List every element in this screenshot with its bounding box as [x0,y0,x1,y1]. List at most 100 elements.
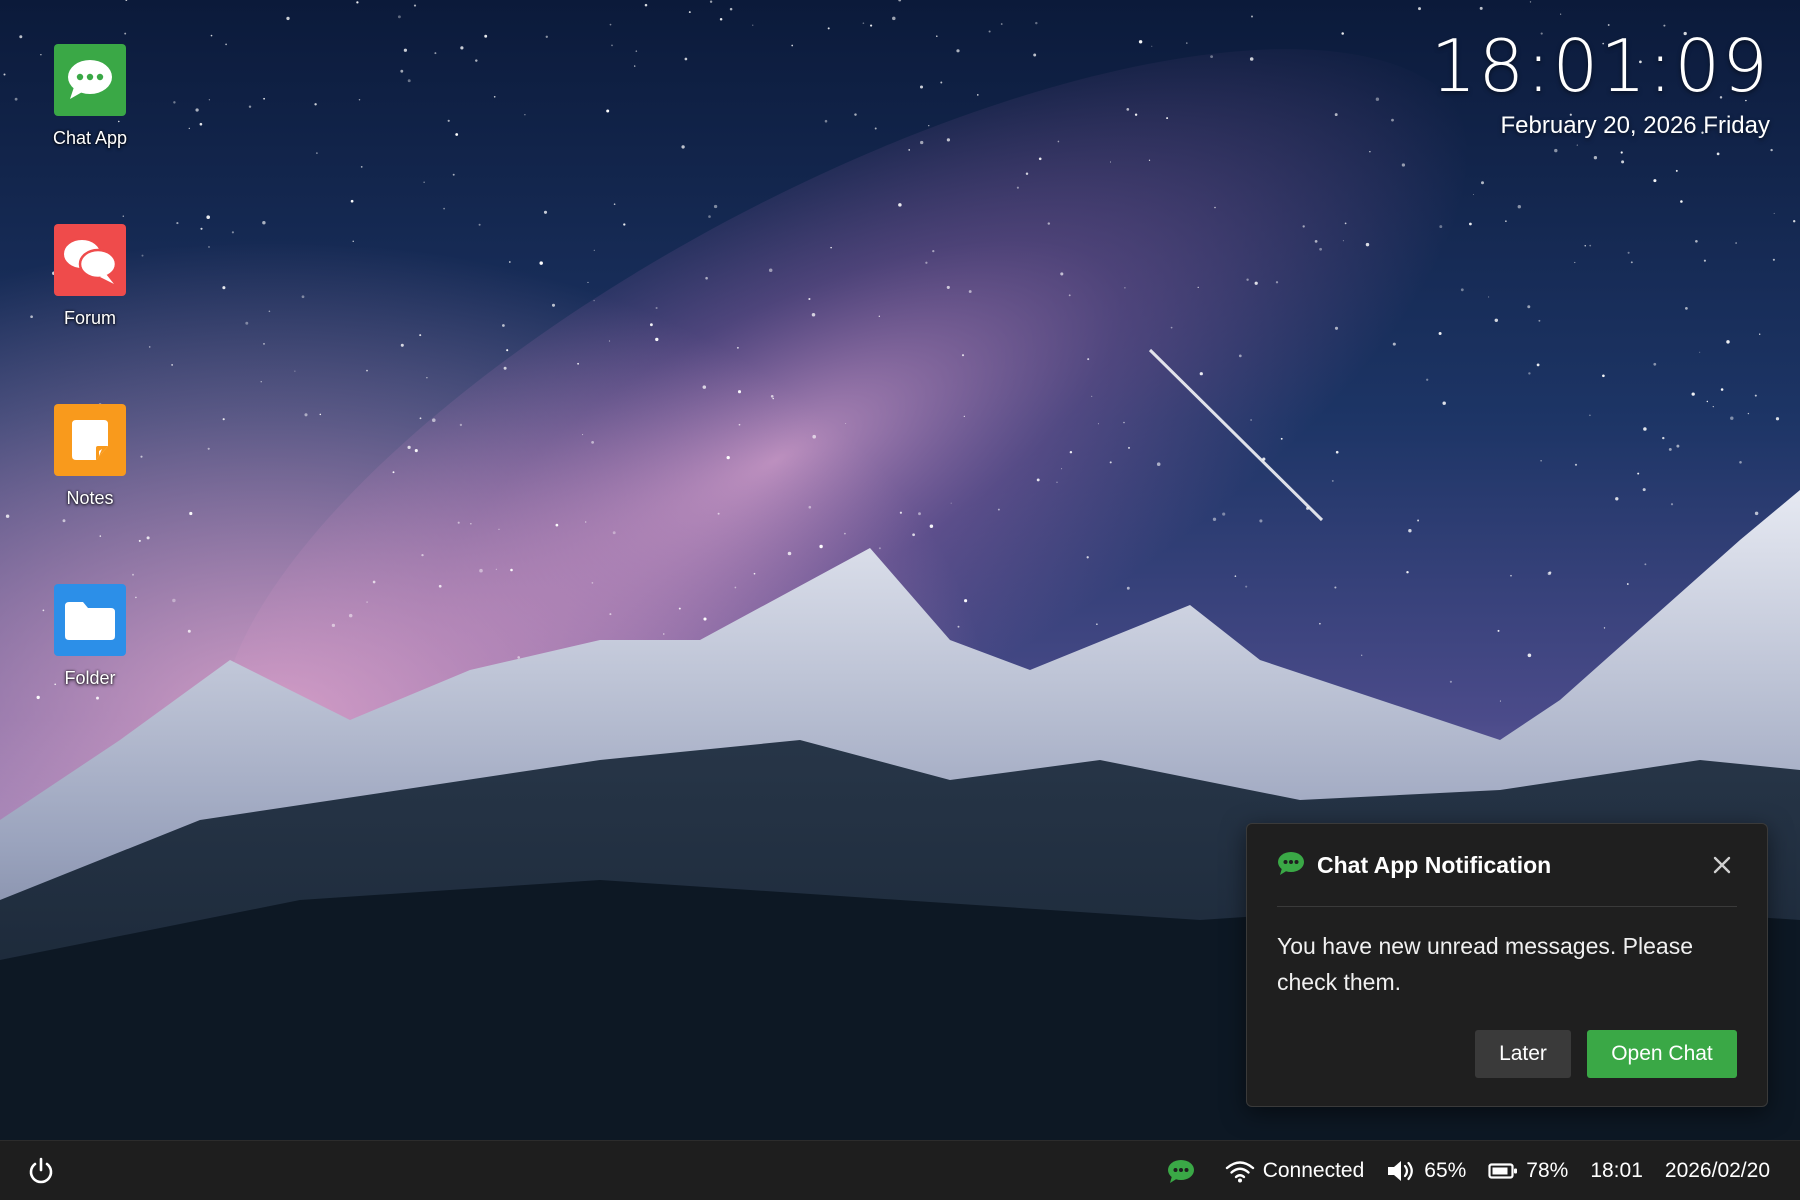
star [824,119,828,123]
star [1406,570,1409,574]
desktop-icon-forum[interactable]: Forum [30,224,150,329]
star [870,24,873,27]
star [1086,556,1089,559]
star [611,44,613,47]
star [791,44,794,47]
star [957,625,960,628]
star [1472,193,1475,196]
star [413,4,417,7]
star [447,119,450,122]
star [1775,417,1780,421]
star [1197,286,1199,289]
tray-battery[interactable]: 78% [1488,1159,1568,1183]
star [1668,447,1672,451]
star [423,181,425,183]
star [551,303,556,307]
star [524,114,526,116]
star [1469,222,1472,226]
star [719,18,723,21]
later-button[interactable]: Later [1475,1030,1571,1078]
star [148,346,151,348]
star [478,223,481,226]
notification-popup: Chat App Notification You have new unrea… [1246,823,1768,1107]
star [495,568,497,570]
desktop-icon-folder[interactable]: Folder [30,584,150,689]
star [612,531,616,535]
star [36,695,40,700]
star [929,524,934,528]
star [457,521,460,524]
star [1699,351,1701,353]
star [1675,169,1678,172]
star [392,471,395,474]
star [262,220,266,225]
star [1186,42,1188,44]
open-chat-button[interactable]: Open Chat [1587,1030,1737,1078]
desktop-icon-chat-app[interactable]: Chat App [30,44,150,149]
star [14,97,18,101]
desktop-icon-notes[interactable]: Notes [30,404,150,509]
wifi-icon [1225,1161,1254,1183]
star [1369,151,1371,153]
star [644,3,648,7]
tray-chat-app[interactable] [1167,1159,1203,1183]
star [539,261,543,265]
star [407,79,411,83]
star [438,584,442,588]
star [1602,374,1605,378]
close-icon [1713,856,1731,874]
star [1148,159,1151,161]
desktop-icon-label: Notes [66,488,114,508]
tray-volume[interactable]: 65% [1386,1159,1466,1183]
star [187,629,191,633]
star [1685,307,1688,310]
star [968,290,972,293]
star [977,94,979,96]
star [752,24,754,26]
star [1759,333,1761,335]
star [892,16,896,21]
star [1642,488,1646,492]
star [649,323,653,327]
power-button[interactable] [26,1156,56,1186]
star [498,528,500,530]
star [1319,247,1322,251]
star [304,413,308,417]
star [208,246,210,248]
star [1442,401,1446,405]
star [206,215,210,219]
star [493,95,496,98]
star [738,423,741,426]
star [475,59,478,62]
star [138,539,141,542]
star [1361,654,1363,656]
tray-wifi[interactable]: Connected [1225,1159,1365,1183]
star [1589,244,1592,247]
star [348,613,353,618]
tray-date[interactable]: 2026/02/20 [1665,1159,1770,1183]
star [854,113,857,116]
star [940,81,943,84]
tray-time[interactable]: 18:01 [1590,1159,1643,1183]
wifi-status: Connected [1262,1159,1365,1182]
star [1603,627,1606,629]
star [443,207,445,210]
star [222,286,226,290]
star [964,599,968,603]
star [912,533,915,537]
star [956,49,960,53]
star [684,57,688,61]
star [585,521,587,523]
star [1479,6,1483,10]
star [331,623,336,628]
star [874,127,877,130]
star [470,523,472,525]
star [397,15,401,19]
star [1109,161,1112,163]
star [96,696,99,700]
forum-bubbles-icon [54,224,126,296]
star [1593,156,1598,160]
close-button[interactable] [1707,850,1737,880]
star [200,227,203,230]
star [609,613,612,616]
